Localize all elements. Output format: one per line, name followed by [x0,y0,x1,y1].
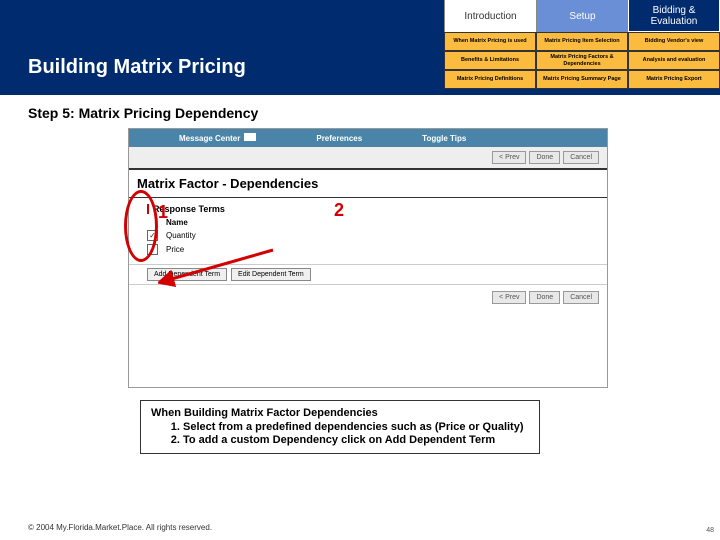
link-label: Message Center [179,134,240,143]
sub-benefits[interactable]: Benefits & Limitations [444,51,536,70]
sub-export[interactable]: Matrix Pricing Export [628,70,720,89]
button-row-bottom: < Prev Done Cancel [129,285,607,310]
info-box: When Building Matrix Factor Dependencies… [140,400,540,454]
prev-button-2[interactable]: < Prev [492,291,526,304]
sub-vendors-view[interactable]: Bidding Vendor's view [628,32,720,51]
panel-heading: Matrix Factor - Dependencies [129,168,607,198]
checkbox-quantity[interactable] [147,230,158,241]
tab-introduction[interactable]: Introduction [444,0,536,32]
section-response-terms: Response Terms [147,204,589,214]
tab-bidding-evaluation[interactable]: Bidding & Evaluation [628,0,720,32]
step-title: Step 5: Matrix Pricing Dependency [28,105,258,121]
info-item-2: To add a custom Dependency click on Add … [183,434,529,446]
link-preferences[interactable]: Preferences [316,134,362,143]
cancel-button-2[interactable]: Cancel [563,291,599,304]
sub-definitions[interactable]: Matrix Pricing Definitions [444,70,536,89]
sub-factors-deps[interactable]: Matrix Pricing Factors & Dependencies [536,51,628,70]
column-head-name: Name [166,218,589,227]
label-quantity: Quantity [166,231,196,240]
marker-2: 2 [334,200,344,221]
tab-setup[interactable]: Setup [536,0,628,32]
info-list: Select from a predefined dependencies su… [151,421,529,446]
app-topbar: Message Center Preferences Toggle Tips [129,129,607,147]
info-item-1: Select from a predefined dependencies su… [183,421,529,433]
panel-body: Response Terms Name Quantity Price [129,198,607,264]
button-row-top: < Prev Done Cancel [129,147,607,168]
marker-1: 1 [158,202,168,223]
page-number: 48 [706,527,714,534]
header-bar: Building Matrix Pricing Introduction Set… [0,0,720,95]
sub-nav: When Matrix Pricing is used Matrix Prici… [444,32,720,89]
add-dependent-button[interactable]: Add Dependent Term [147,268,227,281]
app-screenshot: Message Center Preferences Toggle Tips <… [128,128,608,388]
nav-tabs: Introduction Setup Bidding & Evaluation [444,0,720,32]
cancel-button[interactable]: Cancel [563,151,599,164]
sub-summary[interactable]: Matrix Pricing Summary Page [536,70,628,89]
prev-button[interactable]: < Prev [492,151,526,164]
link-toggle-tips[interactable]: Toggle Tips [422,134,466,143]
footer-copyright: © 2004 My.Florida.Market.Place. All righ… [28,523,212,532]
checkbox-price[interactable] [147,244,158,255]
edit-dependent-button[interactable]: Edit Dependent Term [231,268,311,281]
action-row: Add Dependent Term Edit Dependent Term [129,264,607,285]
done-button-2[interactable]: Done [529,291,560,304]
sub-analysis[interactable]: Analysis and evaluation [628,51,720,70]
info-title: When Building Matrix Factor Dependencies [151,407,529,419]
done-button[interactable]: Done [529,151,560,164]
row-quantity: Quantity [147,230,589,241]
sub-when-used[interactable]: When Matrix Pricing is used [444,32,536,51]
envelope-icon [244,133,256,141]
page-title: Building Matrix Pricing [28,56,246,79]
sub-item-selection[interactable]: Matrix Pricing Item Selection [536,32,628,51]
link-message-center[interactable]: Message Center [179,133,256,143]
row-price: Price [147,244,589,255]
label-price: Price [166,245,184,254]
